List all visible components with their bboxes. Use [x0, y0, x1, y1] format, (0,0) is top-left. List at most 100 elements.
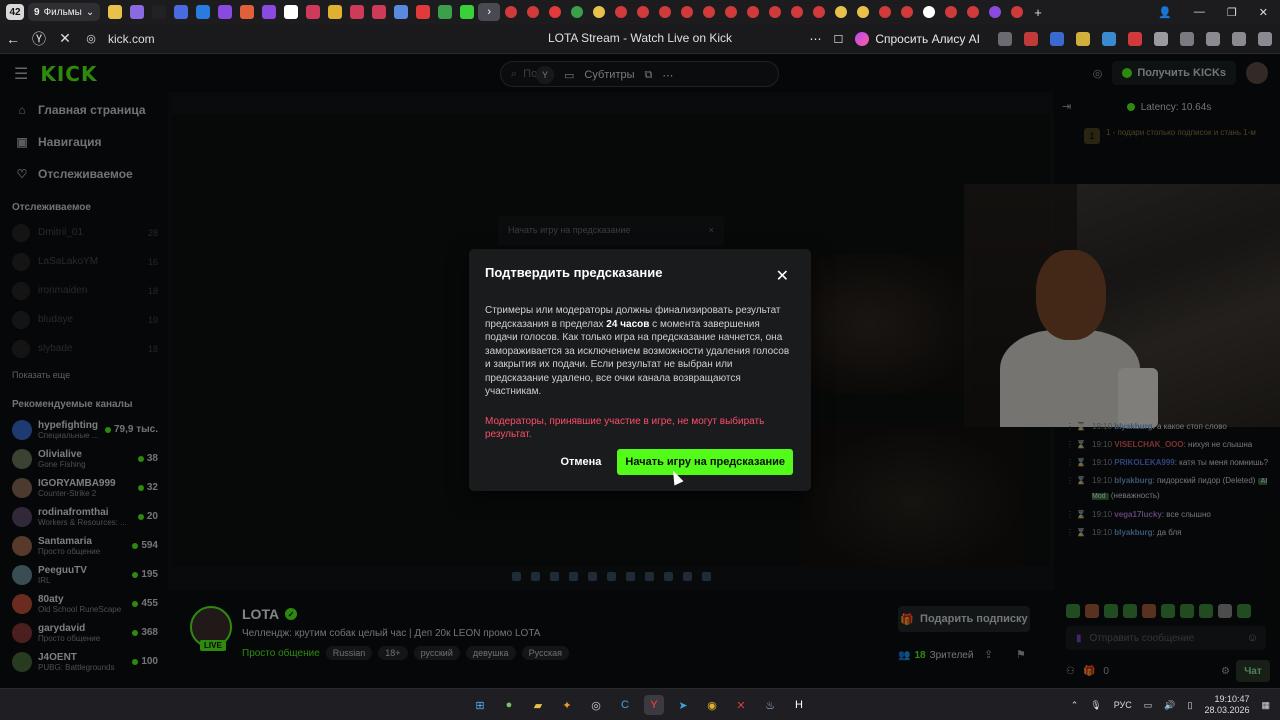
app-icon[interactable]: ✕	[731, 695, 751, 715]
tab-favicon-icon[interactable]	[703, 6, 716, 18]
start-prediction-button[interactable]: Начать игру на предсказание	[617, 449, 793, 475]
tab-favicon-icon[interactable]	[460, 5, 475, 19]
active-tab[interactable]: ›	[478, 3, 501, 21]
tab-favicon-icon[interactable]	[835, 6, 848, 18]
chevron-up-icon[interactable]: ⌃	[1071, 700, 1079, 711]
mic-tray-icon[interactable]: 🎙	[1090, 700, 1101, 711]
tab-favicon-icon[interactable]	[571, 6, 584, 18]
dialog-title: Подтвердить предсказание	[485, 265, 663, 280]
tab-favicon-icon[interactable]	[130, 5, 145, 19]
tab-favicon-icon[interactable]	[725, 6, 738, 18]
tab-favicon-icon[interactable]	[769, 6, 782, 18]
system-tray: ⌃ 🎙 РУС ▭ 🔊 ▯ 19:10:47 28.03.2026 ▦	[1071, 689, 1270, 720]
tab-favicon-icon[interactable]	[240, 5, 255, 19]
app-icon[interactable]: H	[789, 695, 809, 715]
app-icon[interactable]: C	[615, 695, 635, 715]
ext-sound-icon[interactable]	[1102, 32, 1116, 46]
clock[interactable]: 19:10:47 28.03.2026	[1204, 694, 1249, 716]
yandex-browser-icon[interactable]: Y	[644, 695, 664, 715]
tab-favicon-icon[interactable]	[791, 6, 804, 18]
tab-favicon-icon[interactable]	[350, 5, 365, 19]
ext-check-icon[interactable]	[1154, 32, 1168, 46]
dialog-body-deadline: 24 часов	[606, 318, 650, 330]
browser-tab-bar: 42 9 Фильмы ⌄ › +	[0, 0, 1280, 24]
start-icon[interactable]: ⊞	[470, 695, 490, 715]
tab-favicon-icon[interactable]	[262, 5, 277, 19]
tab-favicon-icon[interactable]	[967, 6, 980, 18]
alice-button[interactable]: Спросить Алису AI	[855, 32, 980, 46]
tab-favicon-icon[interactable]	[879, 6, 892, 18]
tab-favicon-icon[interactable]	[747, 6, 760, 18]
stop-icon[interactable]: ✕	[52, 30, 78, 47]
bookmark-icon[interactable]: ☐	[833, 33, 843, 46]
tab-favicon-icon[interactable]	[527, 6, 540, 18]
tab-favicon-icon[interactable]	[196, 5, 211, 19]
tab-favicon-icon[interactable]	[174, 5, 189, 19]
minimize-button[interactable]: —	[1194, 6, 1205, 18]
tab-favicon-icon[interactable]	[394, 5, 409, 19]
tab-favicon-icon[interactable]	[505, 6, 518, 18]
tab-favicon-icon[interactable]	[945, 6, 958, 18]
language-indicator[interactable]: РУС	[1114, 700, 1132, 710]
dialog-body-end: с момента завершения подачи голосов. Как…	[485, 318, 790, 398]
ext-flask-icon[interactable]	[1076, 32, 1090, 46]
clock-date: 28.03.2026	[1204, 705, 1250, 715]
translate-icon[interactable]	[998, 32, 1012, 46]
more-icon[interactable]: ⋯	[809, 32, 821, 46]
maximize-button[interactable]: ❐	[1227, 6, 1237, 19]
tab-favicon-icon[interactable]	[615, 6, 628, 18]
tab-count-badge[interactable]: 42	[6, 4, 24, 20]
cancel-button[interactable]: Отмена	[556, 451, 605, 473]
ext-heart-icon[interactable]	[1128, 32, 1142, 46]
tab-favicon-icon[interactable]	[923, 6, 936, 18]
tab-favicon-icon[interactable]	[989, 6, 1002, 18]
notification-icon[interactable]: ▦	[1261, 700, 1270, 711]
url-field[interactable]: kick.com	[108, 32, 155, 46]
tab-favicon-icon[interactable]	[108, 5, 123, 19]
steam-icon[interactable]: ♨	[760, 695, 780, 715]
close-window-button[interactable]: ✕	[1259, 6, 1268, 19]
tab-favicon-icon[interactable]	[637, 6, 650, 18]
yandex-icon[interactable]: Ⓨ	[26, 29, 52, 49]
close-icon[interactable]: ✕	[776, 269, 789, 285]
extensions-icon[interactable]	[1180, 32, 1194, 46]
tab-favicon-icon[interactable]	[284, 5, 299, 19]
profile-icon[interactable]: 👤	[1158, 6, 1172, 19]
tab-favicon-icon[interactable]	[328, 5, 343, 19]
tab-group-films[interactable]: 9 Фильмы ⌄	[28, 3, 101, 21]
tab-favicon-icon[interactable]	[372, 5, 387, 19]
tab-favicon-icon[interactable]	[681, 6, 694, 18]
volume-icon[interactable]: 🔊	[1164, 700, 1175, 711]
folder-icon[interactable]: ▰	[528, 695, 548, 715]
media-icon[interactable]	[1206, 32, 1220, 46]
chrome-icon[interactable]: ◉	[702, 695, 722, 715]
tab-favicon-icon[interactable]	[901, 6, 914, 18]
download-icon[interactable]	[1258, 32, 1272, 46]
network-icon[interactable]: ▭	[1144, 700, 1153, 711]
app-icon[interactable]: ✦	[557, 695, 577, 715]
tab-favicon-icon[interactable]	[549, 6, 562, 18]
tab-favicon-icon[interactable]	[659, 6, 672, 18]
tab-favicon-icon[interactable]	[857, 6, 870, 18]
tab-favicon-icon[interactable]	[813, 6, 826, 18]
tab-favicon-icon[interactable]	[438, 5, 453, 19]
ext-ai-icon[interactable]	[1024, 32, 1038, 46]
tab-favicon-icon[interactable]	[306, 5, 321, 19]
app-icon[interactable]: ●	[499, 695, 519, 715]
address-bar: ← Ⓨ ✕ ◎ kick.com LOTA Stream - Watch Liv…	[0, 24, 1280, 54]
clock-time: 19:10:47	[1214, 694, 1250, 704]
collections-icon[interactable]	[1232, 32, 1246, 46]
taskbar-apps: ⊞ ● ▰ ✦ ◎ C Y ➤ ◉ ✕ ♨ H	[470, 695, 809, 715]
ext-vpn-icon[interactable]	[1050, 32, 1064, 46]
battery-icon[interactable]: ▯	[1187, 700, 1192, 711]
tab-favicon-icon[interactable]	[152, 5, 167, 19]
tab-favicon-icon[interactable]	[218, 5, 233, 19]
tab-favicon-icon[interactable]	[1011, 6, 1024, 18]
app-icon[interactable]: ◎	[586, 695, 606, 715]
windows-taskbar: ⊞ ● ▰ ✦ ◎ C Y ➤ ◉ ✕ ♨ H ⌃ 🎙 РУС ▭ 🔊 ▯ 19…	[0, 688, 1280, 720]
telegram-icon[interactable]: ➤	[673, 695, 693, 715]
tab-favicon-icon[interactable]	[593, 6, 606, 18]
tab-favicon-icon[interactable]	[416, 5, 431, 19]
new-tab-button[interactable]: +	[1034, 5, 1042, 20]
back-icon[interactable]: ←	[0, 31, 26, 47]
